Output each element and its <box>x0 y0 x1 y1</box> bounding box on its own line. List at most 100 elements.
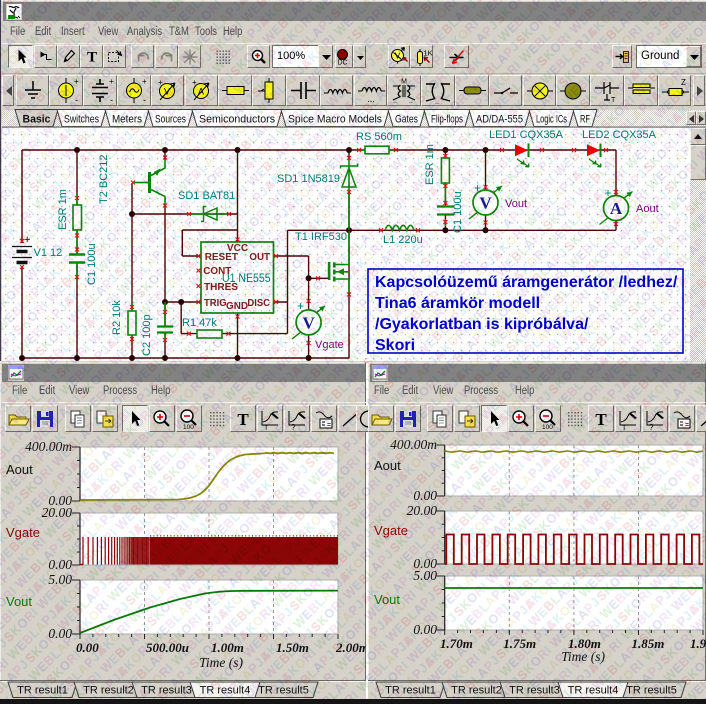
svg-text:+: + <box>474 181 481 195</box>
svg-text:?: ? <box>291 423 296 431</box>
svg-text:T: T <box>611 97 616 104</box>
svg-text:+: + <box>109 77 114 86</box>
svg-text:Switches: Switches <box>64 114 99 126</box>
svg-text:Semiconductors: Semiconductors <box>199 114 275 126</box>
svg-text:+: + <box>74 77 79 86</box>
svg-text:Kapcsolóüzemű áramgenerátor /l: Kapcsolóüzemű áramgenerátor /ledhez/ <box>375 274 678 291</box>
svg-text:TR result3: TR result3 <box>141 685 192 697</box>
svg-text:...: ... <box>367 94 375 104</box>
svg-text:=: = <box>327 422 331 429</box>
svg-text:1.00m: 1.00m <box>211 640 244 655</box>
svg-text:1.85m: 1.85m <box>632 636 665 651</box>
svg-text:Basic: Basic <box>23 114 51 126</box>
svg-text:Tina6 áramkör modell: Tina6 áramkör modell <box>375 295 540 312</box>
svg-text:Vgate: Vgate <box>6 525 40 540</box>
svg-text:Vgate: Vgate <box>315 339 344 351</box>
svg-text:-: - <box>75 95 78 105</box>
svg-text:Aout: Aout <box>6 462 33 477</box>
svg-text:1.70m: 1.70m <box>440 636 473 651</box>
svg-text:TRIG: TRIG <box>204 298 227 309</box>
svg-text:Logic ICs: Logic ICs <box>536 114 567 126</box>
svg-text:TR result5: TR result5 <box>258 685 309 697</box>
svg-text:1.75m: 1.75m <box>503 636 536 651</box>
svg-text:TR result2: TR result2 <box>451 685 502 697</box>
svg-text:T: T <box>264 425 269 431</box>
svg-text:Sources: Sources <box>155 114 186 126</box>
svg-text:+: + <box>158 78 163 87</box>
svg-text:Gates: Gates <box>395 114 418 126</box>
svg-text:Vout: Vout <box>374 592 400 607</box>
svg-text:..: .. <box>393 98 397 105</box>
svg-text:+: + <box>24 234 30 246</box>
svg-text:Vout: Vout <box>505 198 527 210</box>
svg-text:R1 47k: R1 47k <box>182 317 217 329</box>
svg-text:-: - <box>110 95 113 105</box>
svg-text:0.00: 0.00 <box>76 640 99 655</box>
svg-text:TR result1: TR result1 <box>17 685 68 697</box>
svg-text:C1 100u: C1 100u <box>452 191 464 233</box>
svg-text:C1 100u: C1 100u <box>86 243 98 285</box>
svg-text:Time (s): Time (s) <box>561 649 605 664</box>
svg-text:M: M <box>401 79 407 86</box>
svg-text:+: + <box>605 186 612 200</box>
svg-text:RS 560m: RS 560m <box>356 131 402 143</box>
svg-text:Aout: Aout <box>374 458 401 473</box>
svg-text:TR result4: TR result4 <box>568 685 619 697</box>
svg-text:T: T <box>86 49 96 65</box>
svg-text:1K: 1K <box>423 48 432 57</box>
svg-text:ESR 1m: ESR 1m <box>424 144 436 185</box>
svg-text:0.00: 0.00 <box>413 622 437 637</box>
svg-text:SD1 1N5819: SD1 1N5819 <box>277 173 340 185</box>
svg-text:..: .. <box>435 99 439 105</box>
svg-text:20.00: 20.00 <box>42 505 73 520</box>
svg-text:T1 IRF530: T1 IRF530 <box>295 231 347 243</box>
svg-text:0.00: 0.00 <box>48 557 72 572</box>
svg-text:SD1 BAT81: SD1 BAT81 <box>178 190 235 202</box>
svg-text:1.50m: 1.50m <box>276 640 309 655</box>
svg-text:Vout: Vout <box>6 594 32 609</box>
svg-text:..: .. <box>409 98 413 105</box>
svg-text:100: 100 <box>542 424 553 431</box>
svg-text:GND: GND <box>226 301 248 312</box>
svg-text:100: 100 <box>183 424 194 431</box>
svg-text:+: + <box>192 78 197 87</box>
svg-text:5.00: 5.00 <box>48 572 72 587</box>
svg-text:400.00m: 400.00m <box>25 439 72 454</box>
svg-text:1.9: 1.9 <box>690 636 706 651</box>
svg-text:T: T <box>595 410 607 429</box>
svg-text:L1 220u: L1 220u <box>383 234 423 246</box>
svg-text:RF: RF <box>580 114 590 126</box>
svg-text:T: T <box>622 425 627 431</box>
svg-text:Aout: Aout <box>636 203 659 215</box>
svg-text:+: + <box>142 77 147 86</box>
svg-text:T2 BC212: T2 BC212 <box>98 154 110 204</box>
svg-text:Flip-flops: Flip-flops <box>431 114 463 126</box>
svg-text:LED1 CQX35A: LED1 CQX35A <box>489 129 564 141</box>
svg-text:=: = <box>685 422 689 429</box>
svg-text:/Gyakorlatban is kipróbálva/: /Gyakorlatban is kipróbálva/ <box>375 316 589 333</box>
svg-text:0.00: 0.00 <box>413 488 437 503</box>
svg-text:20.00: 20.00 <box>407 503 438 518</box>
svg-text:C2 100p: C2 100p <box>141 314 153 356</box>
svg-text:V1 12: V1 12 <box>34 247 63 259</box>
svg-text:Vgate: Vgate <box>374 523 408 538</box>
svg-text:U1 NE555: U1 NE555 <box>222 273 271 285</box>
svg-text:ESR 1m: ESR 1m <box>57 189 69 230</box>
svg-text:AD/DA-555: AD/DA-555 <box>476 114 523 126</box>
svg-text:LED2 CQX35A: LED2 CQX35A <box>582 129 657 141</box>
svg-text:TR result1: TR result1 <box>385 685 436 697</box>
svg-text:+: + <box>297 299 304 313</box>
svg-text:Skori: Skori <box>375 337 415 354</box>
svg-text:Spice Macro Models: Spice Macro Models <box>288 114 382 126</box>
svg-text:A: A <box>610 199 623 218</box>
svg-text:OUT: OUT <box>249 252 270 263</box>
svg-text:TR result4: TR result4 <box>200 685 251 697</box>
svg-text:400.00m: 400.00m <box>390 437 437 452</box>
svg-text:TR result3: TR result3 <box>509 685 560 697</box>
svg-text:?: ? <box>649 423 654 431</box>
svg-text:TR result2: TR result2 <box>83 685 134 697</box>
svg-text:TR result5: TR result5 <box>626 685 677 697</box>
svg-text:500.00u: 500.00u <box>146 640 189 655</box>
svg-text:R2 10k: R2 10k <box>111 300 123 335</box>
svg-text:DC: DC <box>337 59 347 66</box>
